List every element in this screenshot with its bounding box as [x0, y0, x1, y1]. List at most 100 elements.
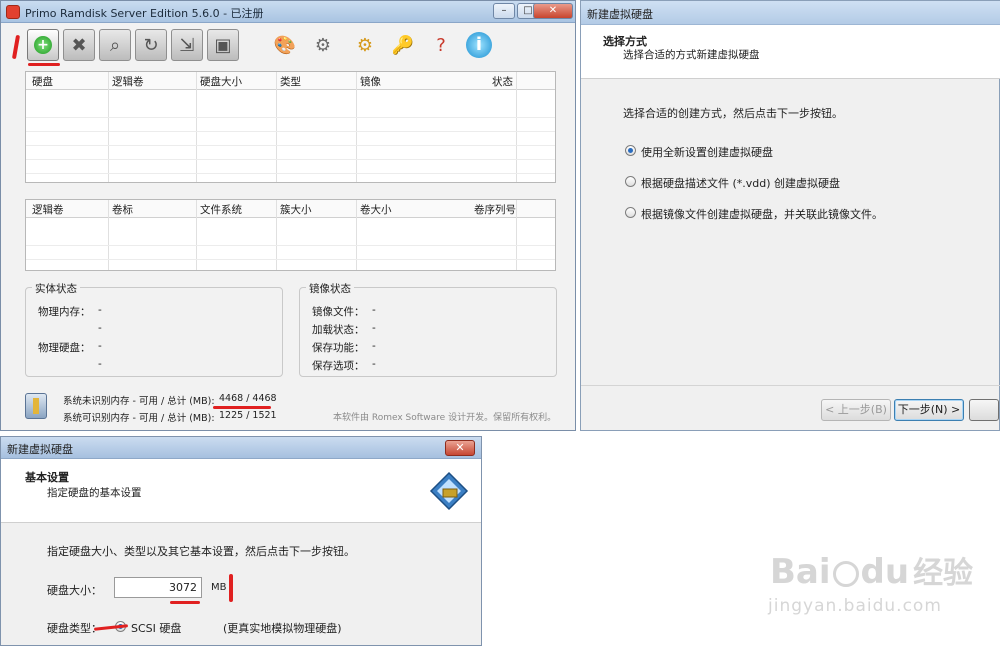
app-logo-icon [6, 5, 20, 19]
table-row[interactable] [26, 232, 555, 246]
scsi-disk-label[interactable]: SCSI 硬盘 [131, 620, 181, 636]
about-button[interactable]: i [463, 29, 495, 61]
toolbar: + ✖ ⌕ ↻ ⇲ ▣ 🎨 ⚙ ⚙ 🔑 ? i [5, 27, 575, 67]
group-title: 镜像状态 [306, 281, 354, 296]
load-state-label: 加载状态： [312, 324, 365, 336]
next-button[interactable]: 下一步(N) > [894, 399, 964, 421]
title-bar[interactable]: 新建虚拟硬盘 ✕ [1, 437, 481, 459]
table-row[interactable] [26, 132, 555, 146]
physical-memory-value: - [98, 304, 102, 316]
back-button[interactable]: < 上一步(B) [821, 399, 891, 421]
close-button[interactable]: ✕ [533, 3, 573, 19]
physical-status-group: 实体状态 物理内存： - - 物理硬盘： - - [25, 281, 283, 377]
recognized-memory-value: 1225 / 1521 [219, 410, 277, 421]
new-disk-button[interactable]: + [27, 29, 59, 61]
scsi-disk-note: (更真实地模拟物理硬盘) [223, 622, 342, 635]
close-button[interactable]: ✕ [445, 440, 475, 456]
table-row[interactable] [26, 104, 555, 118]
wizard-instruction: 选择合适的创建方式，然后点击下一步按钮。 [623, 107, 843, 120]
delete-disk-button[interactable]: ✖ [63, 29, 95, 61]
register-button[interactable]: 🔑 [387, 29, 419, 61]
memory-chip-icon [25, 393, 47, 419]
unrecognized-memory-label: 系统未识别内存 - 可用 / 总计 (MB): [63, 396, 215, 407]
table-row[interactable] [26, 146, 555, 160]
recognized-memory-label: 系统可识别内存 - 可用 / 总计 (MB): [63, 413, 215, 424]
column-header[interactable]: 卷序列号 [474, 202, 516, 217]
add-icon: + [34, 36, 52, 54]
column-header[interactable]: 状态 [492, 74, 513, 89]
disk-table-header: 硬盘 逻辑卷 硬盘大小 类型 镜像 状态 [26, 72, 555, 90]
window-title: Primo Ramdisk Server Edition 5.6.0 - 已注册 [25, 7, 264, 20]
divider [581, 385, 1000, 386]
save-option-label: 保存选项： [312, 360, 365, 372]
column-header[interactable]: 逻辑卷 [112, 74, 144, 89]
settings-box-icon: ⚙ [356, 34, 374, 56]
title-bar[interactable]: Primo Ramdisk Server Edition 5.6.0 - 已注册… [1, 1, 575, 23]
disk-table[interactable]: 硬盘 逻辑卷 硬盘大小 类型 镜像 状态 [25, 71, 556, 183]
cancel-button-partial[interactable] [969, 399, 999, 421]
disk-size-label: 硬盘大小： [47, 584, 102, 597]
settings-button[interactable]: ⚙ [349, 29, 381, 61]
theme-button[interactable]: 🎨 [269, 29, 301, 61]
load-state-value: - [372, 322, 376, 334]
column-header[interactable]: 类型 [280, 74, 301, 89]
column-header[interactable]: 簇大小 [280, 202, 312, 217]
wizard-disk-icon [429, 471, 469, 511]
lock-icon: 🔑 [391, 34, 415, 56]
table-row[interactable] [26, 246, 555, 260]
hardware-button[interactable]: ⚙ [307, 29, 339, 61]
option-vdd-radio[interactable] [625, 176, 636, 187]
group-title: 实体状态 [32, 281, 80, 296]
volume-table[interactable]: 逻辑卷 卷标 文件系统 簇大小 卷大小 卷序列号 [25, 199, 556, 271]
image-file-value: - [372, 304, 376, 316]
option-new-settings-label[interactable]: 使用全新设置创建虚拟硬盘 [641, 144, 773, 160]
image-file-label: 镜像文件： [312, 306, 365, 318]
palette-icon: 🎨 [273, 34, 297, 56]
physical-memory-value-2: - [98, 322, 102, 334]
option-image-radio[interactable] [625, 207, 636, 218]
disk-size-input[interactable]: 3072 [114, 577, 202, 598]
unrecognized-memory-value: 4468 / 4468 [219, 393, 277, 404]
column-header[interactable]: 逻辑卷 [32, 202, 64, 217]
watermark-text: Bai [770, 552, 831, 592]
save-option-value: - [372, 358, 376, 370]
minimize-button[interactable]: – [493, 3, 515, 19]
copyright-note: 本软件由 Romex Software 设计开发。保留所有权利。 [333, 413, 557, 423]
volume-table-header: 逻辑卷 卷标 文件系统 簇大小 卷大小 卷序列号 [26, 200, 555, 218]
annotation-underline-size [170, 601, 200, 604]
column-header[interactable]: 卷标 [112, 202, 133, 217]
save-image-button[interactable]: ▣ [207, 29, 239, 61]
magnifier-icon: ⌕ [109, 34, 121, 56]
search-disk-button[interactable]: ⌕ [99, 29, 131, 61]
load-icon: ⇲ [179, 34, 195, 56]
save-function-label: 保存功能： [312, 342, 365, 354]
option-image-label[interactable]: 根据镜像文件创建虚拟硬盘，并关联此镜像文件。 [641, 206, 883, 222]
watermark-brand: Bai du 经验 [770, 548, 973, 592]
column-header[interactable]: 文件系统 [200, 202, 242, 217]
hardware-icon: ⚙ [314, 34, 332, 56]
new-disk-wizard-window: 新建虚拟硬盘 选择方式 选择合适的方式新建虚拟硬盘 选择合适的创建方式，然后点击… [580, 0, 1000, 431]
image-status-group: 镜像状态 镜像文件： - 加载状态： - 保存功能： - 保存选项： - [299, 281, 557, 377]
load-image-button[interactable]: ⇲ [171, 29, 203, 61]
save-icon: ▣ [214, 34, 232, 56]
window-title: 新建虚拟硬盘 [7, 443, 73, 456]
option-new-settings-radio[interactable] [625, 145, 636, 156]
table-row[interactable] [26, 160, 555, 174]
settings-header: 基本设置 指定硬盘的基本设置 [1, 459, 481, 523]
table-row[interactable] [26, 118, 555, 132]
option-vdd-label[interactable]: 根据硬盘描述文件 (*.vdd) 创建虚拟硬盘 [641, 175, 840, 191]
physical-memory-label: 物理内存： [38, 306, 91, 318]
help-button[interactable]: ? [425, 29, 457, 61]
reload-disk-button[interactable]: ↻ [135, 29, 167, 61]
window-title: 新建虚拟硬盘 [587, 8, 653, 21]
column-header[interactable]: 硬盘大小 [200, 74, 242, 89]
physical-disk-value-2: - [98, 358, 102, 370]
watermark-text-2: du [860, 552, 910, 592]
column-header[interactable]: 镜像 [360, 74, 381, 89]
delete-icon: ✖ [71, 34, 87, 56]
info-icon: i [466, 32, 492, 58]
annotation-underline-memory [213, 406, 271, 409]
column-header[interactable]: 硬盘 [32, 74, 53, 89]
title-bar[interactable]: 新建虚拟硬盘 [581, 1, 1000, 25]
column-header[interactable]: 卷大小 [360, 202, 392, 217]
